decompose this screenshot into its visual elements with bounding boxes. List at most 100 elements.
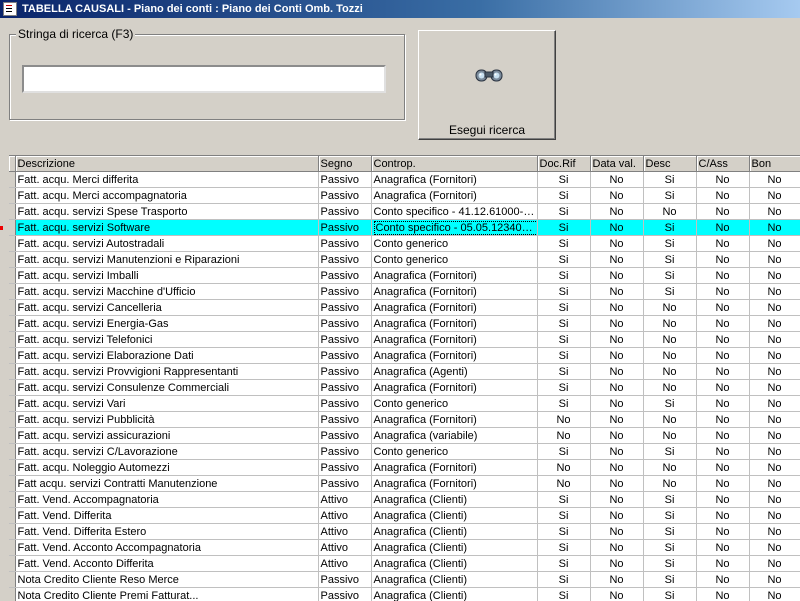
cell-bon[interactable]: No <box>749 444 800 460</box>
table-row[interactable]: Fatt. acqu. servizi Spese TrasportoPassi… <box>9 204 800 220</box>
cell-data-val[interactable]: No <box>590 412 643 428</box>
cell-controp[interactable]: Conto generico <box>371 444 537 460</box>
cell-description[interactable]: Fatt. acqu. servizi assicurazioni <box>15 428 318 444</box>
cell-segno[interactable]: Attivo <box>318 540 371 556</box>
cell-controp[interactable]: Conto generico <box>371 396 537 412</box>
cell-description[interactable]: Fatt. acqu. Merci accompagnatoria <box>15 188 318 204</box>
cell-segno[interactable]: Passivo <box>318 460 371 476</box>
cell-bon[interactable]: No <box>749 236 800 252</box>
cell-bon[interactable]: No <box>749 220 800 236</box>
cell-desc[interactable]: No <box>643 316 696 332</box>
table-row[interactable]: Fatt. Vend. Acconto DifferitaAttivoAnagr… <box>9 556 800 572</box>
cell-doc-rif[interactable]: Si <box>537 348 590 364</box>
cell-doc-rif[interactable]: No <box>537 476 590 492</box>
table-row[interactable]: Fatt. acqu. servizi VariPassivoConto gen… <box>9 396 800 412</box>
column-header-segno[interactable]: Segno <box>318 156 371 172</box>
cell-desc[interactable]: Si <box>643 252 696 268</box>
cell-segno[interactable]: Passivo <box>318 572 371 588</box>
cell-desc[interactable]: Si <box>643 172 696 188</box>
cell-c-ass[interactable]: No <box>696 572 749 588</box>
cell-controp[interactable]: Anagrafica (Clienti) <box>371 572 537 588</box>
cell-segno[interactable]: Passivo <box>318 332 371 348</box>
cell-bon[interactable]: No <box>749 556 800 572</box>
cell-doc-rif[interactable]: No <box>537 428 590 444</box>
cell-c-ass[interactable]: No <box>696 268 749 284</box>
cell-controp[interactable]: Anagrafica (Agenti) <box>371 364 537 380</box>
table-row[interactable]: Fatt. acqu. servizi ImballiPassivoAnagra… <box>9 268 800 284</box>
cell-segno[interactable]: Passivo <box>318 588 371 601</box>
cell-controp[interactable]: Conto generico <box>371 236 537 252</box>
cell-bon[interactable]: No <box>749 492 800 508</box>
cell-description[interactable]: Fatt. acqu. servizi Imballi <box>15 268 318 284</box>
table-row[interactable]: Fatt. acqu. servizi Consulenze Commercia… <box>9 380 800 396</box>
cell-c-ass[interactable]: No <box>696 540 749 556</box>
cell-doc-rif[interactable]: Si <box>537 220 590 236</box>
cell-data-val[interactable]: No <box>590 172 643 188</box>
cell-c-ass[interactable]: No <box>696 172 749 188</box>
table-row[interactable]: Fatt. acqu. servizi CancelleriaPassivoAn… <box>9 300 800 316</box>
cell-bon[interactable]: No <box>749 508 800 524</box>
cell-c-ass[interactable]: No <box>696 236 749 252</box>
cell-bon[interactable]: No <box>749 204 800 220</box>
cell-desc[interactable]: Si <box>643 508 696 524</box>
cell-doc-rif[interactable]: Si <box>537 540 590 556</box>
cell-data-val[interactable]: No <box>590 332 643 348</box>
table-row[interactable]: Fatt. acqu. servizi Macchine d'UfficioPa… <box>9 284 800 300</box>
cell-c-ass[interactable]: No <box>696 444 749 460</box>
cell-doc-rif[interactable]: Si <box>537 316 590 332</box>
cell-controp[interactable]: Anagrafica (Fornitori) <box>371 316 537 332</box>
cell-desc[interactable]: No <box>643 204 696 220</box>
cell-segno[interactable]: Passivo <box>318 236 371 252</box>
cell-bon[interactable]: No <box>749 316 800 332</box>
cell-doc-rif[interactable]: Si <box>537 284 590 300</box>
cell-bon[interactable]: No <box>749 364 800 380</box>
cell-desc[interactable]: Si <box>643 540 696 556</box>
cell-desc[interactable]: No <box>643 380 696 396</box>
cell-segno[interactable]: Passivo <box>318 300 371 316</box>
cell-description[interactable]: Fatt. acqu. servizi Consulenze Commercia… <box>15 380 318 396</box>
table-row[interactable]: Nota Credito Cliente Reso MercePassivoAn… <box>9 572 800 588</box>
cell-desc[interactable]: Si <box>643 524 696 540</box>
cell-data-val[interactable]: No <box>590 556 643 572</box>
cell-c-ass[interactable]: No <box>696 188 749 204</box>
cell-c-ass[interactable]: No <box>696 204 749 220</box>
column-header-description[interactable]: Descrizione <box>15 156 318 172</box>
cell-controp[interactable]: Anagrafica (Fornitori) <box>371 348 537 364</box>
cell-description[interactable]: Fatt. acqu. servizi Energia-Gas <box>15 316 318 332</box>
cell-data-val[interactable]: No <box>590 348 643 364</box>
cell-segno[interactable]: Passivo <box>318 284 371 300</box>
cell-doc-rif[interactable]: Si <box>537 588 590 601</box>
cell-desc[interactable]: Si <box>643 268 696 284</box>
table-row[interactable]: Fatt. acqu. servizi AutostradaliPassivoC… <box>9 236 800 252</box>
cell-controp[interactable]: Anagrafica (Fornitori) <box>371 460 537 476</box>
cell-desc[interactable]: No <box>643 460 696 476</box>
cell-c-ass[interactable]: No <box>696 316 749 332</box>
cell-doc-rif[interactable]: Si <box>537 252 590 268</box>
cell-doc-rif[interactable]: Si <box>537 572 590 588</box>
column-header-data-val[interactable]: Data val. <box>590 156 643 172</box>
cell-c-ass[interactable]: No <box>696 492 749 508</box>
cell-bon[interactable]: No <box>749 412 800 428</box>
cell-bon[interactable]: No <box>749 524 800 540</box>
cell-doc-rif[interactable]: Si <box>537 396 590 412</box>
cell-doc-rif[interactable]: No <box>537 460 590 476</box>
cell-controp[interactable]: Conto generico <box>371 252 537 268</box>
cell-desc[interactable]: Si <box>643 556 696 572</box>
cell-doc-rif[interactable]: Si <box>537 172 590 188</box>
cell-c-ass[interactable]: No <box>696 524 749 540</box>
cell-bon[interactable]: No <box>749 188 800 204</box>
cell-data-val[interactable]: No <box>590 492 643 508</box>
column-header-doc-rif[interactable]: Doc.Rif <box>537 156 590 172</box>
table-row[interactable]: Fatt. Vend. Differita EsteroAttivoAnagra… <box>9 524 800 540</box>
table-row[interactable]: Fatt. acqu. servizi Energia-GasPassivoAn… <box>9 316 800 332</box>
table-row[interactable]: Fatt. acqu. servizi C/LavorazionePassivo… <box>9 444 800 460</box>
table-row[interactable]: Fatt acqu. servizi Contratti Manutenzion… <box>9 476 800 492</box>
cell-controp[interactable]: Anagrafica (Clienti) <box>371 492 537 508</box>
cell-desc[interactable]: No <box>643 428 696 444</box>
cell-desc[interactable]: No <box>643 300 696 316</box>
cell-data-val[interactable]: No <box>590 204 643 220</box>
cell-controp[interactable]: Anagrafica (variabile) <box>371 428 537 444</box>
cell-c-ass[interactable]: No <box>696 556 749 572</box>
cell-desc[interactable]: Si <box>643 220 696 236</box>
cell-segno[interactable]: Passivo <box>318 380 371 396</box>
